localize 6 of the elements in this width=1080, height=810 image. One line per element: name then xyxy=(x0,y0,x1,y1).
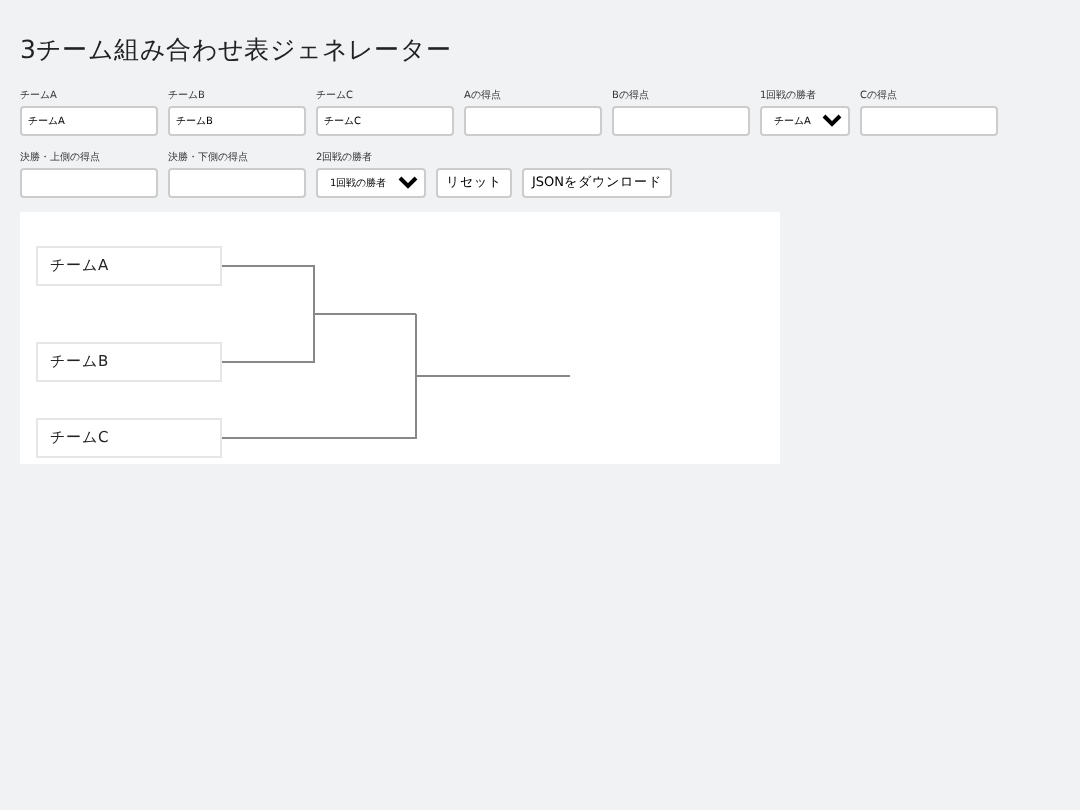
input-field[interactable] xyxy=(612,106,750,136)
page-title: 3チーム組み合わせ表ジェネレーター xyxy=(20,34,454,68)
input-field[interactable] xyxy=(860,106,998,136)
input-field[interactable] xyxy=(20,168,158,198)
input-field[interactable] xyxy=(464,106,602,136)
input-field[interactable] xyxy=(168,168,306,198)
